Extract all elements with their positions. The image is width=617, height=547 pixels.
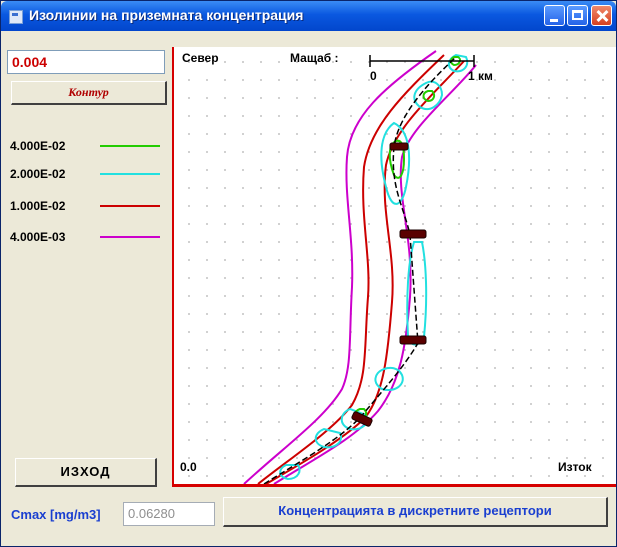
legend-label: 2.000E-02 [10,167,66,181]
receptors-button[interactable]: Концентрацията в дискретните рецептори [223,497,608,527]
app-icon [9,10,23,24]
window-title: Изолинии на приземната концентрация [29,7,304,23]
title-bar[interactable]: Изолинии на приземната концентрация [1,1,616,31]
minimize-button[interactable] [544,5,565,26]
exit-button-label: ИЗХОД [60,464,111,479]
east-label: Изток [558,460,592,474]
contour-green-2 [422,90,436,103]
cmax-label: Cmax [mg/m3] [11,507,101,522]
concentration-input[interactable]: 0.004 [7,50,165,74]
isoline-plot [243,50,477,484]
legend-line-green [100,145,160,147]
scale-end-label: 1 км [468,69,493,83]
origin-label: 0.0 [180,460,197,474]
legend-line-red [100,205,160,207]
legend-line-magenta [100,236,160,238]
cmax-field: 0.06280 [123,502,215,526]
receptors-button-label: Концентрацията в дискретните рецептори [278,503,552,518]
isoline-map[interactable]: Север Мащаб : 0 1 км 0.0 Изток [172,47,616,487]
maximize-button[interactable] [567,5,588,26]
scale-label: Мащаб : [290,51,339,65]
scale-start-label: 0 [370,69,377,83]
minimize-icon [550,19,558,22]
maximize-icon [572,10,583,20]
legend-label: 4.000E-02 [10,139,66,153]
legend-label: 1.000E-02 [10,199,66,213]
isolines-window: Изолинии на приземната концентрация 0.00… [0,0,617,547]
contour-cyan-5 [374,366,404,391]
contour-button-label: Контур [68,85,109,99]
contour-button[interactable]: Контур [11,81,167,105]
exit-button[interactable]: ИЗХОД [15,458,157,487]
legend-line-cyan [100,173,160,175]
north-label: Север [182,51,219,65]
close-button[interactable] [591,5,612,26]
contour-cyan-7 [314,427,342,449]
legend-label: 4.000E-03 [10,230,66,244]
